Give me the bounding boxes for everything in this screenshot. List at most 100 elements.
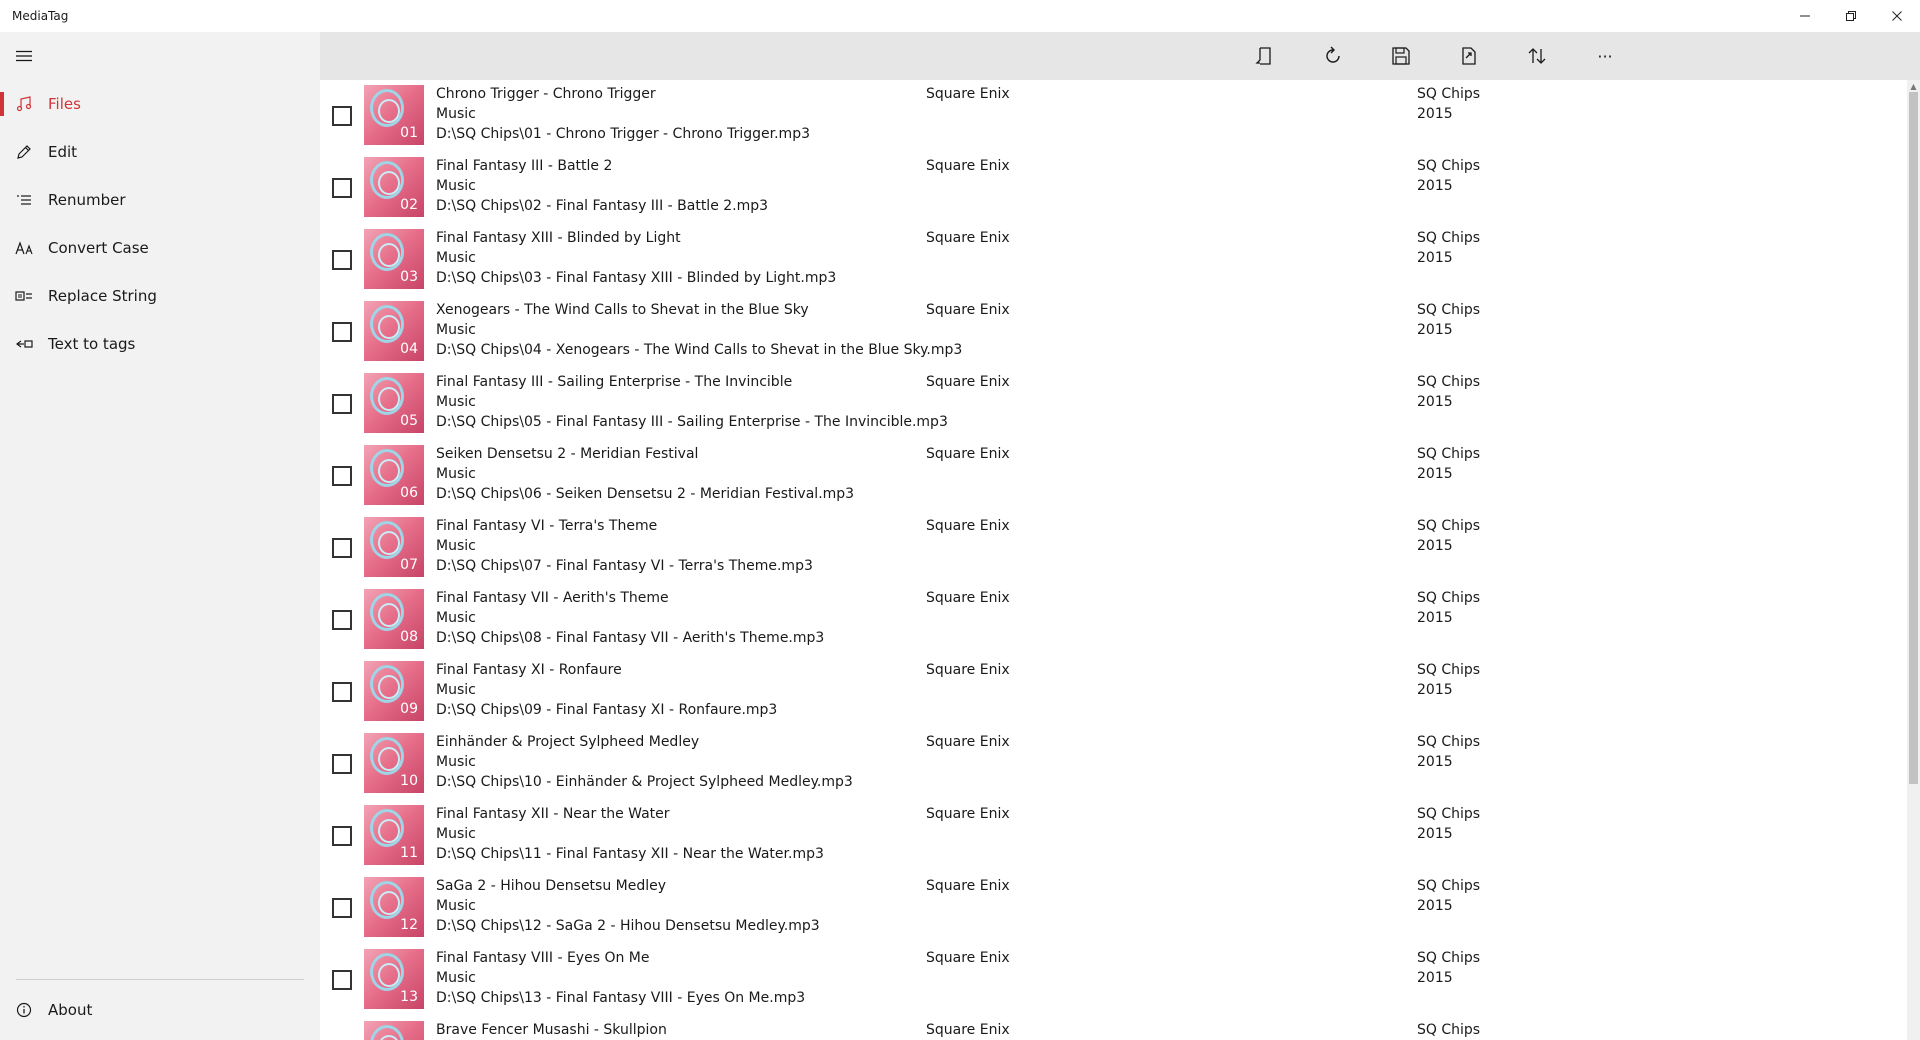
- track-title: Final Fantasy XIII - Blinded by Light: [436, 230, 681, 246]
- sidebar: Files Edit Renumber Convert Case Replace: [0, 32, 320, 1040]
- track-album: SQ Chips: [1417, 1022, 1481, 1038]
- file-path: D:\SQ Chips\12 - SaGa 2 - Hihou Densetsu…: [436, 918, 820, 934]
- sidebar-item-text-to-tags[interactable]: Text to tags: [0, 322, 320, 366]
- track-album: SQ Chips: [1417, 302, 1481, 318]
- album-art-thumbnail: 06: [364, 445, 424, 505]
- list-item[interactable]: 08 Final Fantasy VII - Aerith's Theme Mu…: [320, 584, 1907, 656]
- list-item[interactable]: 11 Final Fantasy XII - Near the Water Mu…: [320, 800, 1907, 872]
- track-album: SQ Chips: [1417, 806, 1481, 822]
- sidebar-item-files[interactable]: Files: [0, 82, 320, 126]
- track-year: 2015: [1417, 538, 1453, 554]
- list-item[interactable]: 05 Final Fantasy III - Sailing Enterpris…: [320, 368, 1907, 440]
- sidebar-item-renumber[interactable]: Renumber: [0, 178, 320, 222]
- track-title: Final Fantasy VI - Terra's Theme: [436, 518, 658, 534]
- sidebar-item-label: About: [48, 1001, 93, 1019]
- list-item[interactable]: 10 Einhänder & Project Sylpheed Medley M…: [320, 728, 1907, 800]
- row-checkbox[interactable]: [332, 178, 352, 198]
- track-album: SQ Chips: [1417, 518, 1481, 534]
- album-art-thumbnail: 01: [364, 85, 424, 145]
- refresh-button[interactable]: [1299, 32, 1367, 80]
- vertical-scrollbar[interactable]: ▲: [1907, 80, 1920, 1040]
- pencil-icon: [14, 142, 34, 162]
- list-item[interactable]: 13 Final Fantasy VIII - Eyes On Me Music…: [320, 944, 1907, 1016]
- track-artist: Square Enix: [926, 158, 1010, 174]
- sidebar-item-about[interactable]: About: [0, 988, 320, 1032]
- album-art-thumbnail: 10: [364, 733, 424, 793]
- track-album: SQ Chips: [1417, 662, 1481, 678]
- info-icon: [14, 1000, 34, 1020]
- export-button[interactable]: [1435, 32, 1503, 80]
- list-item[interactable]: 09 Final Fantasy XI - Ronfaure Music D:\…: [320, 656, 1907, 728]
- list-item[interactable]: 03 Final Fantasy XIII - Blinded by Light…: [320, 224, 1907, 296]
- scrollbar-thumb[interactable]: [1909, 92, 1918, 784]
- track-artist: Square Enix: [926, 518, 1010, 534]
- list-item[interactable]: 12 SaGa 2 - Hihou Densetsu Medley Music …: [320, 872, 1907, 944]
- track-number: 03: [400, 269, 418, 285]
- scroll-up-arrow-icon[interactable]: ▲: [1907, 80, 1920, 92]
- track-year: 2015: [1417, 394, 1453, 410]
- sidebar-item-replace-string[interactable]: Replace String: [0, 274, 320, 318]
- track-artist: Square Enix: [926, 590, 1010, 606]
- list-item[interactable]: 14 Brave Fencer Musashi - Skullpion Musi…: [320, 1016, 1907, 1040]
- track-number: 02: [400, 197, 418, 213]
- track-album: SQ Chips: [1417, 446, 1481, 462]
- album-art-thumbnail: 14: [364, 1021, 424, 1040]
- album-art-thumbnail: 03: [364, 229, 424, 289]
- list-item[interactable]: 07 Final Fantasy VI - Terra's Theme Musi…: [320, 512, 1907, 584]
- sidebar-item-label: Replace String: [48, 287, 157, 305]
- track-title: Final Fantasy III - Sailing Enterprise -…: [436, 374, 793, 390]
- row-checkbox[interactable]: [332, 466, 352, 486]
- hamburger-button[interactable]: [8, 40, 40, 72]
- file-path: D:\SQ Chips\13 - Final Fantasy VIII - Ey…: [436, 990, 806, 1006]
- row-checkbox[interactable]: [332, 898, 352, 918]
- row-checkbox[interactable]: [332, 394, 352, 414]
- app-title: MediaTag: [12, 9, 69, 23]
- album-art-thumbnail: 07: [364, 517, 424, 577]
- track-genre: Music: [436, 610, 476, 626]
- track-album: SQ Chips: [1417, 878, 1481, 894]
- file-path: D:\SQ Chips\07 - Final Fantasy VI - Terr…: [436, 558, 813, 574]
- track-year: 2015: [1417, 178, 1453, 194]
- open-file-button[interactable]: [1231, 32, 1299, 80]
- row-checkbox[interactable]: [332, 970, 352, 990]
- row-checkbox[interactable]: [332, 754, 352, 774]
- close-icon: [1892, 11, 1902, 21]
- row-checkbox[interactable]: [332, 610, 352, 630]
- minimize-button[interactable]: [1782, 0, 1828, 32]
- save-button[interactable]: [1367, 32, 1435, 80]
- sort-button[interactable]: [1503, 32, 1571, 80]
- font-case-icon: [14, 238, 34, 258]
- list-item[interactable]: 06 Seiken Densetsu 2 - Meridian Festival…: [320, 440, 1907, 512]
- track-artist: Square Enix: [926, 86, 1010, 102]
- row-checkbox[interactable]: [332, 538, 352, 558]
- list-item[interactable]: 01 Chrono Trigger - Chrono Trigger Music…: [320, 80, 1907, 152]
- track-album: SQ Chips: [1417, 590, 1481, 606]
- row-checkbox[interactable]: [332, 250, 352, 270]
- track-genre: Music: [436, 466, 476, 482]
- track-artist: Square Enix: [926, 950, 1010, 966]
- list-item[interactable]: 04 Xenogears - The Wind Calls to Shevat …: [320, 296, 1907, 368]
- more-button[interactable]: ···: [1571, 32, 1639, 80]
- restore-button[interactable]: [1828, 0, 1874, 32]
- track-number: 13: [400, 989, 418, 1005]
- track-genre: Music: [436, 322, 476, 338]
- list-item[interactable]: 02 Final Fantasy III - Battle 2 Music D:…: [320, 152, 1907, 224]
- row-checkbox[interactable]: [332, 322, 352, 342]
- active-indicator: [0, 92, 4, 116]
- file-path: D:\SQ Chips\02 - Final Fantasy III - Bat…: [436, 198, 769, 214]
- sidebar-item-convert-case[interactable]: Convert Case: [0, 226, 320, 270]
- track-number: 01: [400, 125, 418, 141]
- track-title: Xenogears - The Wind Calls to Shevat in …: [436, 302, 809, 318]
- track-artist: Square Enix: [926, 806, 1010, 822]
- track-album: SQ Chips: [1417, 86, 1481, 102]
- track-artist: Square Enix: [926, 878, 1010, 894]
- close-button[interactable]: [1874, 0, 1920, 32]
- album-art-thumbnail: 09: [364, 661, 424, 721]
- sidebar-item-edit[interactable]: Edit: [0, 130, 320, 174]
- file-path: D:\SQ Chips\09 - Final Fantasy XI - Ronf…: [436, 702, 778, 718]
- row-checkbox[interactable]: [332, 106, 352, 126]
- row-checkbox[interactable]: [332, 682, 352, 702]
- track-year: 2015: [1417, 250, 1453, 266]
- music-note-icon: [14, 94, 34, 114]
- row-checkbox[interactable]: [332, 826, 352, 846]
